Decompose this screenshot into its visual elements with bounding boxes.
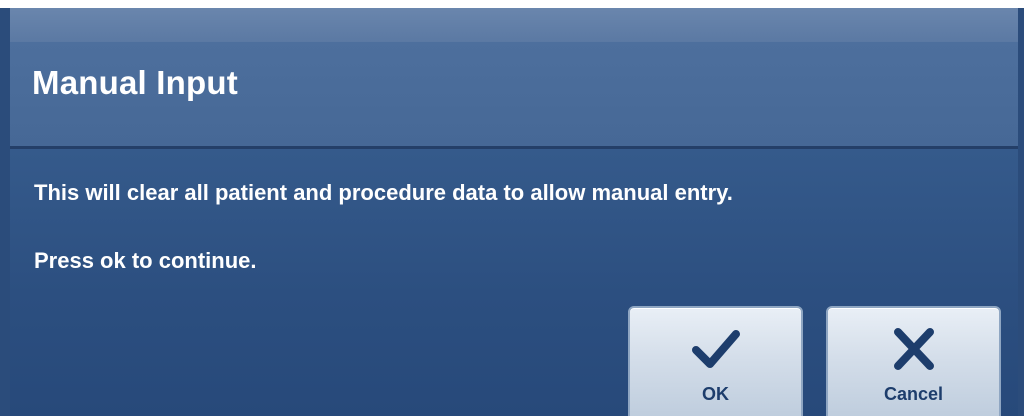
ok-button[interactable]: OK bbox=[628, 306, 803, 416]
ok-button-label: OK bbox=[702, 384, 729, 404]
dialog-top-strip bbox=[10, 8, 1018, 42]
cancel-button-label: Cancel bbox=[883, 384, 944, 404]
dialog-message: This will clear all patient and procedur… bbox=[34, 180, 733, 205]
checkmark-icon bbox=[691, 330, 740, 368]
dialog-title: Manual Input bbox=[32, 64, 238, 101]
dialog-instruction: Press ok to continue. bbox=[34, 248, 257, 273]
close-icon bbox=[893, 328, 934, 370]
manual-input-dialog: Manual Input This will clear all patient… bbox=[0, 8, 1024, 416]
cancel-button[interactable]: Cancel bbox=[826, 306, 1001, 416]
